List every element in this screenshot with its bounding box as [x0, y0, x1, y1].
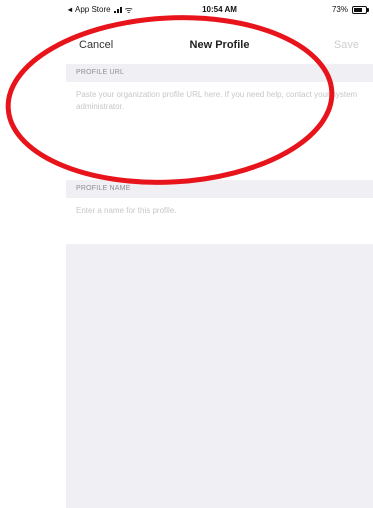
profile-url-placeholder: Paste your organization profile URL here…: [76, 90, 358, 111]
profile-url-header-label: PROFILE URL: [76, 69, 125, 76]
profile-url-section-header: PROFILE URL: [66, 64, 373, 82]
battery-fill: [354, 7, 362, 12]
profile-name-header-label: PROFILE NAME: [76, 185, 131, 192]
profile-url-field[interactable]: Paste your organization profile URL here…: [66, 82, 373, 174]
profile-name-section-header: PROFILE NAME: [66, 180, 373, 198]
save-button[interactable]: Save: [334, 39, 359, 51]
status-right: 73%: [331, 5, 369, 14]
empty-background: [66, 244, 373, 508]
status-time: 10:54 AM: [202, 5, 237, 14]
profile-name-placeholder: Enter a name for this profile.: [76, 206, 177, 215]
profile-name-field[interactable]: Enter a name for this profile.: [66, 198, 373, 240]
page-title: New Profile: [189, 39, 250, 51]
navigation-bar: Cancel New Profile Save: [66, 34, 373, 58]
app-screen: ◂ App Store ᯤ 10:54 AM 73% Cancel New Pr…: [66, 0, 373, 508]
status-bar: ◂ App Store ᯤ 10:54 AM 73%: [66, 0, 373, 22]
battery-icon: [352, 5, 369, 14]
battery-percent: 73%: [331, 5, 348, 14]
